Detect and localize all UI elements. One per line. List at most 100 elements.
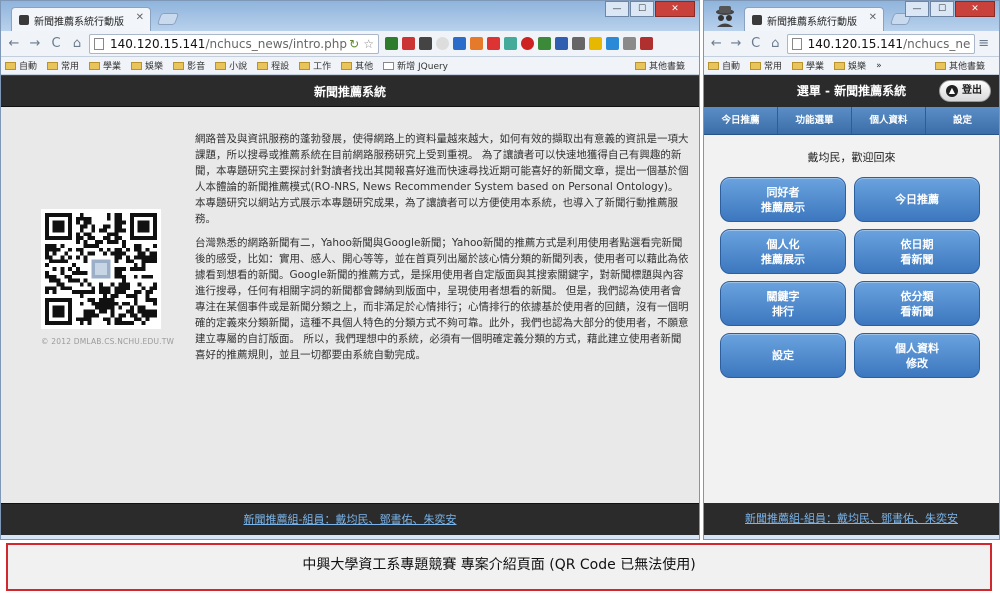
close-window-button[interactable]: ✕ xyxy=(955,1,995,17)
bookmark-folder[interactable]: 娛樂 xyxy=(834,59,866,72)
logout-label: 登出 xyxy=(962,85,982,96)
nav-item-today[interactable]: 今日推薦 xyxy=(704,107,778,134)
settings-button[interactable]: 設定 xyxy=(720,333,846,378)
qr-code-block: © 2012 DMLAB.CS.NCHU.EDU.TW xyxy=(41,209,174,346)
intro-page-body: © 2012 DMLAB.CS.NCHU.EDU.TW 網路普及與資訊服務的蓬勃… xyxy=(1,107,699,503)
folder-icon xyxy=(341,61,353,70)
mobile-menu-body: 戴均民，歡迎回來 同好者 推薦展示 今日推薦 個人化 推薦展示 依日期 看新聞 … xyxy=(704,135,999,523)
extension-icon[interactable] xyxy=(419,37,432,50)
maximize-button[interactable]: ☐ xyxy=(930,1,954,17)
other-bookmarks[interactable]: 其他書籤 xyxy=(934,59,985,72)
bookmark-folder[interactable]: 小說 xyxy=(215,59,247,72)
forward-arrow-icon[interactable]: → xyxy=(728,35,745,53)
extension-icon[interactable] xyxy=(385,37,398,50)
extension-icon[interactable] xyxy=(470,37,483,50)
bookmark-folder[interactable]: 學業 xyxy=(89,59,121,72)
close-tab-icon[interactable]: ✕ xyxy=(136,12,144,23)
personalized-recommendation-button[interactable]: 個人化 推薦展示 xyxy=(720,229,846,274)
home-icon[interactable]: ⌂ xyxy=(68,35,86,53)
close-window-button[interactable]: ✕ xyxy=(655,1,695,17)
reload-icon[interactable]: C xyxy=(47,35,65,53)
nav-item-menu[interactable]: 功能選單 xyxy=(778,107,852,134)
extension-icon[interactable] xyxy=(487,37,500,50)
extension-icon[interactable] xyxy=(521,37,534,50)
maximize-button[interactable]: ☐ xyxy=(630,1,654,17)
forward-arrow-icon[interactable]: → xyxy=(26,35,44,53)
minimize-button[interactable]: — xyxy=(905,1,929,17)
bookmark-link[interactable]: 新增 JQuery xyxy=(383,59,448,72)
tab-strip: 新聞推薦系統行動版 ✕ — ☐ ✕ xyxy=(1,1,699,31)
bookmark-folder[interactable]: 常用 xyxy=(750,59,782,72)
close-tab-icon[interactable]: ✕ xyxy=(869,12,877,23)
bookmarks-overflow-button[interactable]: » xyxy=(876,61,882,71)
peer-recommendation-button[interactable]: 同好者 推薦展示 xyxy=(720,177,846,222)
home-icon[interactable]: ⌂ xyxy=(767,35,784,53)
bookmarks-bar: 自動 常用 學業 娛樂 影音 小說 程設 工作 其他 新增 JQuery 其他書… xyxy=(1,57,699,75)
address-path: /nchucs_news/intro.php xyxy=(205,36,347,51)
browser-toolbar: ← → C ⌂ 140.120.15.141/nchucs_news/intro… xyxy=(1,31,699,57)
folder-icon xyxy=(708,61,719,70)
menu-icon[interactable]: ≡ xyxy=(975,35,992,53)
address-bar[interactable]: 140.120.15.141/nchucs_news/intro.php ↻ ☆ xyxy=(89,33,379,54)
page-icon xyxy=(383,61,395,70)
folder-icon xyxy=(750,61,762,70)
footer-members-link[interactable]: 新聞推薦組-組員：戴均民、鄧書佑、朱奕安 xyxy=(745,512,958,525)
footer-members-link[interactable]: 新聞推薦組-組員：戴均民、鄧書佑、朱奕安 xyxy=(244,513,457,526)
reload-icon[interactable]: C xyxy=(747,35,764,53)
news-by-category-button[interactable]: 依分類 看新聞 xyxy=(854,281,980,326)
bookmark-folder[interactable]: 程設 xyxy=(257,59,289,72)
extension-icon[interactable] xyxy=(555,37,568,50)
go-arrow-icon[interactable]: ↻ xyxy=(349,37,359,51)
extension-icon[interactable] xyxy=(402,37,415,50)
bookmark-folder[interactable]: 工作 xyxy=(299,59,331,72)
folder-icon xyxy=(257,61,269,70)
bookmark-folder[interactable]: 自動 xyxy=(5,59,37,72)
bookmark-folder[interactable]: 常用 xyxy=(47,59,79,72)
browser-tab[interactable]: 新聞推薦系統行動版 ✕ xyxy=(11,7,151,31)
other-bookmarks[interactable]: 其他書籤 xyxy=(634,59,685,72)
favicon-icon xyxy=(19,15,29,25)
folder-icon xyxy=(89,61,101,70)
minimize-button[interactable]: — xyxy=(605,1,629,17)
news-by-date-button[interactable]: 依日期 看新聞 xyxy=(854,229,980,274)
left-browser-window: 新聞推薦系統行動版 ✕ — ☐ ✕ ← → C ⌂ 140.120.15.141… xyxy=(0,0,700,540)
address-bar[interactable]: 140.120.15.141/nchucs_ne xyxy=(786,33,976,54)
extension-icon[interactable] xyxy=(504,37,517,50)
new-tab-button[interactable] xyxy=(156,13,180,25)
folder-icon xyxy=(5,61,16,70)
bookmark-folder[interactable]: 學業 xyxy=(792,59,824,72)
extension-icon[interactable] xyxy=(572,37,585,50)
keyword-ranking-button[interactable]: 關鍵字 排行 xyxy=(720,281,846,326)
bookmark-folder[interactable]: 其他 xyxy=(341,59,373,72)
favicon-icon xyxy=(752,15,762,25)
extension-icon[interactable] xyxy=(453,37,466,50)
nav-item-profile[interactable]: 個人資料 xyxy=(852,107,926,134)
back-arrow-icon[interactable]: ← xyxy=(5,35,23,53)
qr-code-image xyxy=(41,209,161,329)
logout-button[interactable]: ▲ 登出 xyxy=(939,80,991,102)
browser-tab[interactable]: 新聞推薦系統行動版 ✕ xyxy=(744,7,884,31)
extension-icon[interactable] xyxy=(589,37,602,50)
edit-profile-button[interactable]: 個人資料 修改 xyxy=(854,333,980,378)
star-icon[interactable]: ☆ xyxy=(363,37,374,51)
nav-item-settings[interactable]: 設定 xyxy=(926,107,999,134)
mobile-page-title: 選單 - 新聞推薦系統 xyxy=(796,84,907,98)
extension-icon[interactable] xyxy=(640,37,653,50)
bookmark-folder[interactable]: 影音 xyxy=(173,59,205,72)
extension-icon[interactable] xyxy=(623,37,636,50)
folder-icon xyxy=(47,61,59,70)
tab-strip: 新聞推薦系統行動版 ✕ — ☐ ✕ xyxy=(704,1,999,31)
extension-icon[interactable] xyxy=(606,37,619,50)
folder-icon xyxy=(634,61,646,70)
extension-icon[interactable] xyxy=(538,37,551,50)
folder-icon xyxy=(792,61,804,70)
address-path: /nchucs_ne xyxy=(903,36,971,51)
bookmark-folder[interactable]: 娛樂 xyxy=(131,59,163,72)
bookmark-folder[interactable]: 自動 xyxy=(708,59,740,72)
mobile-header: 選單 - 新聞推薦系統 ▲ 登出 xyxy=(704,75,999,107)
back-arrow-icon[interactable]: ← xyxy=(708,35,725,53)
caption-text: 中興大學資工系專題競賽 專案介紹頁面 (QR Code 已無法使用) xyxy=(302,557,696,573)
extension-icon[interactable] xyxy=(436,37,449,50)
today-recommendation-button[interactable]: 今日推薦 xyxy=(854,177,980,222)
arrow-up-icon: ▲ xyxy=(946,85,958,97)
